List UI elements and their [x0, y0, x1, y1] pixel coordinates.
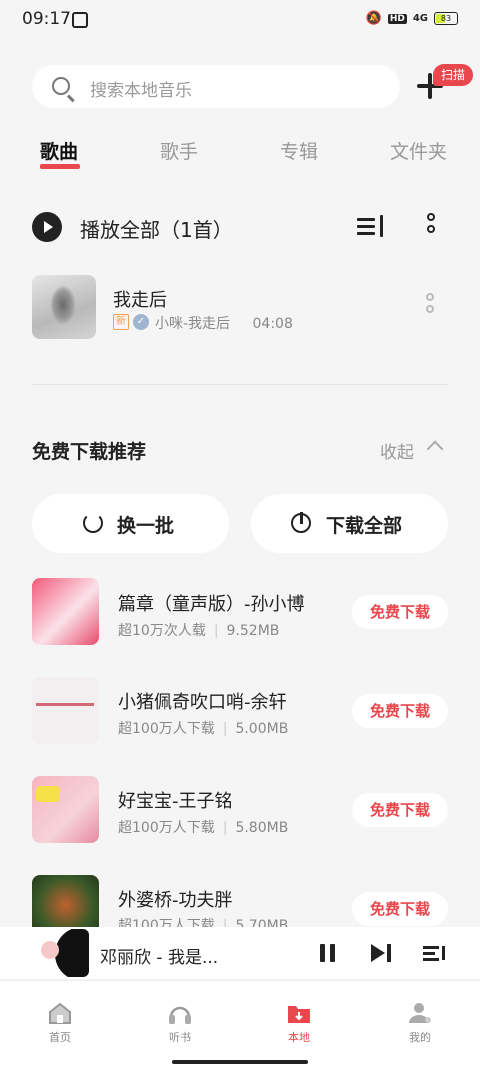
rec-song-title[interactable]: 小猪佩奇吹口哨-余轩 [118, 688, 287, 714]
new-badge: 新 [113, 314, 129, 330]
scan-badge[interactable]: 扫描 [433, 64, 474, 86]
refresh-icon [83, 513, 103, 533]
song-artist-album: 小咪-我走后 [155, 316, 231, 332]
free-download-button[interactable]: 免费下载 [352, 892, 448, 926]
now-playing-title[interactable]: 邓丽欣 - 我是... [100, 943, 218, 968]
signal-icon: 4G [412, 13, 428, 24]
download-icon [291, 512, 311, 533]
song-meta: 小咪-我走后 04:08 [155, 313, 293, 333]
playlist-queue-icon[interactable] [423, 944, 445, 962]
song-cover-image[interactable] [32, 578, 99, 645]
song-more-icon[interactable] [426, 293, 434, 317]
nav-local[interactable]: 本地 [269, 1001, 329, 1045]
tab-songs[interactable]: 歌曲 [40, 137, 78, 164]
song-title[interactable]: 我走后 [113, 286, 167, 312]
rec-song-meta: 超100万人下载 | 5.00MB [118, 721, 289, 737]
free-download-button[interactable]: 免费下载 [352, 595, 448, 629]
sort-icon[interactable] [357, 215, 385, 239]
verified-icon: ✓ [133, 314, 149, 330]
download-all-button[interactable]: 下载全部 [251, 494, 448, 553]
refresh-batch-button[interactable]: 换一批 [32, 494, 229, 553]
next-track-icon[interactable] [371, 944, 393, 962]
more-options-icon[interactable] [427, 213, 437, 237]
song-cover-image[interactable] [32, 677, 99, 744]
rec-song-meta: 超10万次人载 | 9.52MB [118, 623, 280, 639]
collapse-button[interactable]: 收起 [380, 438, 414, 463]
status-indicators: 🔕 HD 4G 83 [366, 11, 458, 26]
nav-home[interactable]: 首页 [30, 1001, 90, 1045]
battery-icon: 83 [434, 12, 458, 25]
song-duration: 04:08 [252, 316, 293, 332]
nav-label: 本地 [288, 1031, 310, 1044]
song-cover-image[interactable] [32, 275, 96, 339]
home-icon [47, 1001, 73, 1025]
search-icon [52, 77, 70, 95]
bottom-nav: 首页 听书 本地 我的 [0, 980, 480, 1068]
tab-albums[interactable]: 专辑 [280, 137, 318, 164]
search-placeholder: 搜索本地音乐 [90, 81, 192, 101]
tab-artists[interactable]: 歌手 [160, 137, 198, 164]
search-bar[interactable]: 搜索本地音乐 [32, 65, 400, 108]
active-tab-indicator [40, 164, 80, 169]
pause-icon[interactable] [320, 944, 336, 962]
headphones-icon [167, 1001, 193, 1025]
home-indicator [172, 1060, 308, 1064]
free-download-button[interactable]: 免费下载 [352, 793, 448, 827]
chevron-up-icon[interactable] [426, 440, 444, 458]
play-all-icon[interactable] [32, 212, 62, 242]
status-bar: 09:17 🔕 HD 4G 83 [0, 0, 480, 38]
download-all-label: 下载全部 [326, 515, 403, 537]
rec-song-title[interactable]: 篇章（童声版）-孙小博 [118, 590, 305, 616]
mute-icon: 🔕 [365, 11, 382, 26]
rec-song-title[interactable]: 外婆桥-功夫胖 [118, 886, 233, 912]
nav-profile[interactable]: 我的 [390, 1001, 450, 1045]
app-notification-icon [72, 12, 88, 28]
mini-player[interactable]: 邓丽欣 - 我是... [0, 927, 480, 979]
nav-audiobooks[interactable]: 听书 [150, 1001, 210, 1045]
recommend-title: 免费下载推荐 [32, 441, 147, 463]
hd-badge: HD [387, 13, 407, 24]
rec-song-title[interactable]: 好宝宝-王子铭 [118, 787, 233, 813]
status-time: 09:17 [22, 9, 71, 29]
song-cover-image[interactable] [32, 776, 99, 843]
refresh-label: 换一批 [117, 515, 175, 537]
profile-icon [407, 1001, 433, 1025]
tab-folders[interactable]: 文件夹 [390, 137, 447, 164]
now-playing-cover[interactable] [33, 929, 89, 977]
nav-label: 听书 [169, 1031, 191, 1044]
divider [32, 384, 448, 385]
free-download-button[interactable]: 免费下载 [352, 694, 448, 728]
local-download-icon [286, 1001, 312, 1025]
play-all-button[interactable]: 播放全部（1首） [80, 214, 233, 243]
rec-song-meta: 超100万人下载 | 5.80MB [118, 820, 289, 836]
nav-label: 我的 [409, 1031, 431, 1044]
nav-label: 首页 [49, 1031, 71, 1044]
